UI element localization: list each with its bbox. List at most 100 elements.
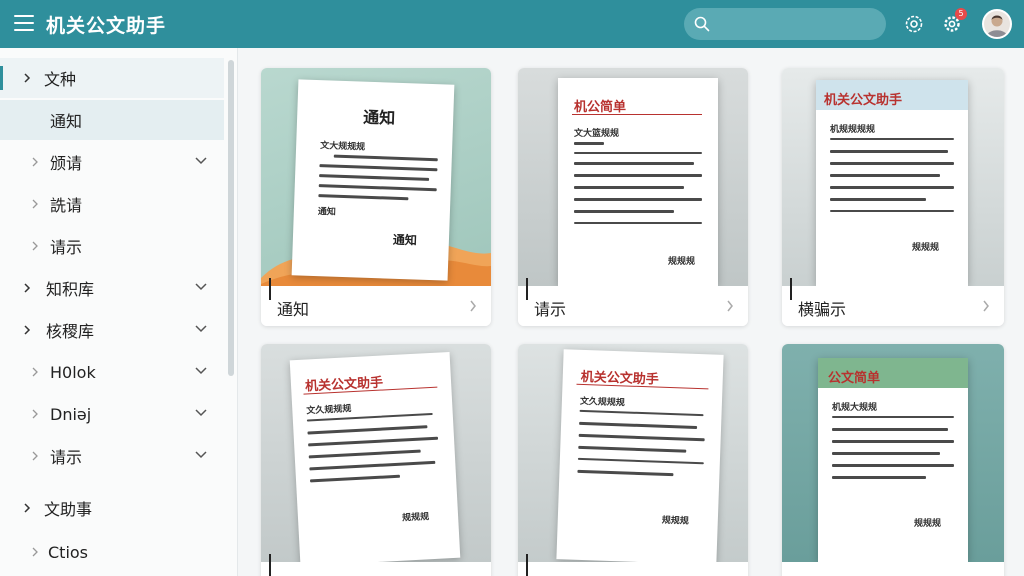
- doc-closing: 通知: [317, 207, 337, 218]
- sidebar-item-label: H0lok: [50, 362, 96, 382]
- sidebar-item-heji-ku[interactable]: 核稷库: [0, 310, 224, 350]
- card-thumbnail: 机关公文助手 文久规规规 规规规: [261, 344, 491, 562]
- sidebar-item-banqing[interactable]: 颁请: [0, 142, 224, 182]
- document-preview: 机公简单 文大篮规规 规规规: [558, 78, 718, 286]
- search-box[interactable]: [684, 8, 886, 40]
- search-input[interactable]: [718, 13, 878, 35]
- notification-badge: 5: [955, 8, 967, 20]
- card-thumbnail: 机关公文助手 文久规规规 规规规: [518, 344, 748, 562]
- card-thumbnail: 公文简单 机规大规规 规规规: [782, 344, 1004, 562]
- sidebar-item-label: 詵请: [50, 196, 83, 215]
- sidebar-item-label: 核稷库: [46, 322, 95, 341]
- document-preview: 通知 文大规规规 通知 通知: [291, 79, 455, 281]
- sidebar-item-label: 颁请: [50, 154, 83, 173]
- sidebar-item-label: Dniəj: [50, 404, 92, 424]
- card-title: 请示: [277, 572, 309, 576]
- avatar[interactable]: [982, 9, 1012, 39]
- chevron-down-icon[interactable]: [194, 408, 208, 418]
- card-title: 请示: [798, 572, 830, 576]
- template-card-hengpianshi[interactable]: 机关公文助手 机规规规规 规规规 横骗示: [782, 68, 1004, 326]
- sidebar-item-label: 知积库: [46, 280, 95, 299]
- chevron-right-icon: [24, 325, 31, 335]
- sidebar-item-label: 文种: [44, 70, 77, 89]
- template-card-qingshi-2[interactable]: 机关公文助手 文久规规规 规规规 请示: [261, 344, 491, 576]
- doc-subject: 机规大规规: [832, 403, 878, 413]
- sidebar-item-qingshi[interactable]: 请示: [0, 226, 224, 266]
- document-preview: 机关公文助手 文久规规规 规规规: [289, 351, 461, 562]
- sidebar-item-label: 请示: [50, 238, 83, 257]
- card-caption: 请示: [782, 562, 1004, 576]
- chevron-right-icon: [24, 503, 31, 513]
- sidebar-scrollbar[interactable]: [228, 60, 234, 376]
- sidebar-item-ctios[interactable]: Ctios: [0, 532, 224, 572]
- chevron-right-icon: [32, 547, 38, 557]
- chevron-right-icon: [32, 409, 38, 419]
- card-title: 请示: [534, 300, 567, 319]
- doc-signature: 规规规: [661, 515, 689, 527]
- card-caption: 请示: [261, 554, 491, 576]
- sidebar-item-zhijiku[interactable]: 知积库: [0, 268, 224, 308]
- card-caption: 通知: [261, 278, 491, 326]
- doc-red-header: 机关公文助手: [824, 93, 903, 108]
- chevron-down-icon[interactable]: [194, 156, 208, 166]
- chevron-right-icon: [32, 157, 38, 167]
- user-avatar-icon: [986, 15, 1008, 37]
- chevron-down-icon[interactable]: [194, 450, 208, 460]
- app-title: 机关公文助手: [46, 15, 167, 37]
- card-caption: 请示: [518, 278, 748, 326]
- template-card-qingshi-3[interactable]: 机关公文助手 文久规规规 规规规 请示: [518, 344, 748, 576]
- sidebar-item-tongzhi[interactable]: 通知: [0, 100, 224, 140]
- doc-signature: 规规规: [914, 519, 942, 529]
- document-preview: 机关公文助手 机规规规规 规规规: [816, 80, 968, 286]
- card-title: 通知: [277, 300, 310, 319]
- chevron-down-icon[interactable]: [194, 282, 208, 292]
- sidebar-item-wenzhong[interactable]: 文种: [0, 58, 224, 98]
- card-title: 横骗示: [798, 300, 847, 319]
- template-card-qingshi[interactable]: 机公简单 文大篮规规 规规规 请示: [518, 68, 748, 326]
- search-icon: [694, 16, 710, 32]
- chevron-right-icon: [24, 73, 31, 83]
- doc-subject: 文久规规规: [306, 404, 352, 417]
- doc-signature: 规规规: [668, 257, 696, 267]
- chevron-right-icon: [470, 300, 476, 312]
- app-header: 机关公文助手 5: [0, 0, 1024, 48]
- sidebar-item-dnioj[interactable]: Dniəj: [0, 394, 224, 434]
- sidebar-item-shenqing[interactable]: 詵请: [0, 184, 224, 224]
- doc-signature: 规规规: [912, 243, 940, 253]
- card-thumbnail: 机关公文助手 机规规规规 规规规: [782, 68, 1004, 286]
- sidebar: 文种 通知 颁请 詵请 请示 知积库 核稷库 H0lok Dniəj 请示 文助…: [0, 48, 238, 576]
- card-title: 请示: [534, 572, 566, 576]
- sidebar-item-label: Ctios: [48, 542, 89, 562]
- doc-subject: 文大规规规: [319, 141, 366, 153]
- card-caption: 横骗示: [782, 278, 1004, 326]
- doc-subject: 机规规规规: [830, 125, 876, 135]
- chevron-right-icon: [727, 300, 733, 312]
- card-thumbnail: 机公简单 文大篮规规 规规规: [518, 68, 748, 286]
- chevron-right-icon: [24, 283, 31, 293]
- card-caption: 请示: [518, 554, 748, 576]
- sidebar-item-wenzhushi[interactable]: 文助事: [0, 488, 224, 528]
- document-preview: 机关公文助手 文久规规规 规规规: [556, 349, 724, 562]
- template-card-qingshi-4[interactable]: 公文简单 机规大规规 规规规 请示: [782, 344, 1004, 576]
- chevron-right-icon: [983, 300, 989, 312]
- document-preview: 公文简单 机规大规规 规规规: [818, 358, 968, 562]
- doc-red-header: 公文简单: [828, 371, 881, 386]
- sidebar-item-label: 请示: [50, 448, 83, 467]
- active-indicator: [0, 66, 3, 90]
- clock-settings-icon[interactable]: [903, 13, 925, 35]
- card-thumbnail: 通知 文大规规规 通知 通知: [261, 68, 491, 286]
- doc-signature: 通知: [392, 232, 418, 248]
- chevron-down-icon[interactable]: [194, 324, 208, 334]
- chevron-down-icon[interactable]: [194, 366, 208, 376]
- doc-subject: 文久规规规: [579, 396, 626, 409]
- chevron-right-icon: [32, 241, 38, 251]
- chevron-right-icon: [32, 199, 38, 209]
- doc-title: 通知: [362, 107, 396, 128]
- sidebar-item-qingshi-2[interactable]: 请示: [0, 436, 224, 476]
- template-card-tongzhi[interactable]: 通知 文大规规规 通知 通知 通知: [261, 68, 491, 326]
- menu-icon[interactable]: [14, 15, 34, 31]
- sidebar-item-holok[interactable]: H0lok: [0, 352, 224, 392]
- chevron-right-icon: [32, 367, 38, 377]
- chevron-right-icon: [32, 451, 38, 461]
- doc-subject: 文大篮规规: [574, 129, 620, 139]
